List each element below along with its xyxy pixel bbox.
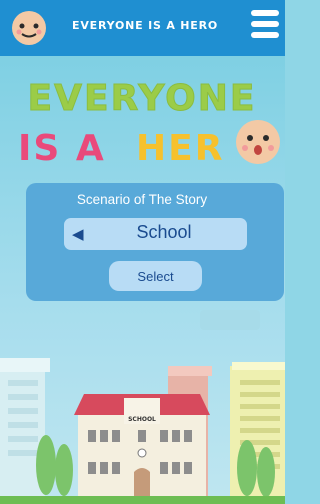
school-sign: SCHOOL [128,416,156,423]
scenario-value: School [136,222,192,242]
top-bar: EVERYONE IS A HERO [0,0,285,56]
select-button[interactable]: Select [109,261,202,291]
logo-line1: EVERYONE [28,78,257,119]
avatar-icon[interactable] [10,6,48,50]
arrow-left-icon[interactable]: ◀ [72,225,84,243]
logo-line2-part2: HER [136,128,224,169]
scenario-selector[interactable]: ◀ School [64,218,247,250]
logo-line2-part1: IS A [18,128,106,169]
game-logo: EVERYONE IS A HER [18,78,280,169]
app-title: EVERYONE IS A HERO [72,19,219,32]
scenario-panel: Scenario of The Story ◀ School Select [26,183,284,301]
logo-face-icon [236,120,280,164]
scenario-heading: Scenario of The Story [76,192,208,207]
menu-icon[interactable] [251,10,279,46]
school-scene: SCHOOL [0,310,285,504]
